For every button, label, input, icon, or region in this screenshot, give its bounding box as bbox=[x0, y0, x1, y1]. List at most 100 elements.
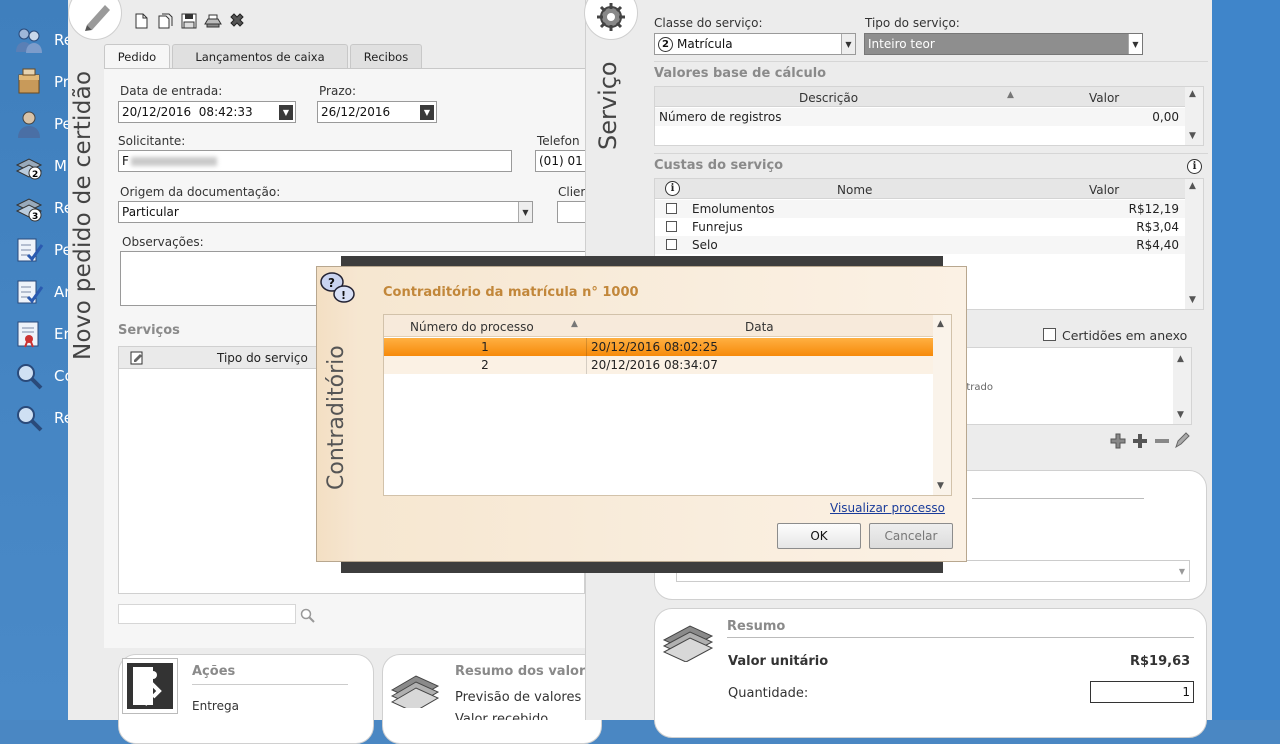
nome-column[interactable]: Nome bbox=[837, 183, 872, 197]
row-checkbox[interactable] bbox=[666, 203, 677, 214]
print-icon[interactable] bbox=[204, 12, 222, 30]
desktop-item[interactable]: Er bbox=[14, 318, 68, 350]
search-icon[interactable] bbox=[300, 608, 316, 624]
save-icon[interactable] bbox=[180, 12, 198, 30]
desktop-item[interactable]: Pr bbox=[14, 66, 68, 98]
processos-grid[interactable]: Número do processo ▲ Data 1 20/12/2016 08… bbox=[383, 314, 952, 496]
classe-select[interactable]: 2 Matrícula ▼ bbox=[654, 33, 856, 55]
ok-button[interactable]: OK bbox=[777, 523, 861, 549]
descricao-cell: Número de registros bbox=[659, 110, 782, 124]
data-column[interactable]: Data bbox=[745, 320, 774, 334]
scroll-up-icon[interactable]: ▲ bbox=[1189, 181, 1196, 191]
chevron-down-icon[interactable]: ▼ bbox=[518, 202, 532, 222]
cancel-button[interactable]: Cancelar bbox=[869, 523, 953, 549]
scroll-down-icon[interactable]: ▼ bbox=[937, 481, 944, 491]
delete-icon[interactable] bbox=[228, 12, 246, 30]
processos-header: Número do processo ▲ Data bbox=[384, 315, 933, 337]
scroll-down-icon[interactable]: ▼ bbox=[1189, 131, 1196, 141]
desktop-item[interactable]: 2M bbox=[14, 150, 68, 182]
remove-icon[interactable] bbox=[1155, 439, 1169, 443]
anexo-area[interactable]: ntrado ▲ ▼ bbox=[940, 347, 1192, 425]
scrollbar[interactable]: ▲ ▼ bbox=[1185, 87, 1203, 145]
row-checkbox[interactable] bbox=[666, 221, 677, 232]
chevron-down-icon[interactable]: ▼ bbox=[420, 105, 434, 120]
desktop-item[interactable]: Co bbox=[14, 360, 68, 392]
cliente-field[interactable] bbox=[557, 201, 585, 223]
origem-value: Particular bbox=[122, 205, 179, 219]
scroll-down-icon[interactable]: ▼ bbox=[1177, 410, 1184, 420]
edit-icon[interactable] bbox=[1175, 432, 1190, 449]
window-badge bbox=[584, 0, 638, 40]
custas-title: Custas do serviço bbox=[654, 158, 784, 173]
checklist-icon bbox=[17, 280, 44, 304]
quantidade-input[interactable]: 1 bbox=[1090, 681, 1194, 703]
table-row[interactable]: Funrejus R$3,04 bbox=[655, 218, 1185, 236]
info-icon[interactable]: i bbox=[1187, 159, 1202, 174]
prazo-field[interactable]: 26/12/2016 ▼ bbox=[317, 101, 437, 123]
desktop-item[interactable]: 3 Re bbox=[14, 192, 68, 224]
scroll-up-icon[interactable]: ▲ bbox=[937, 319, 944, 329]
valor-column[interactable]: Valor bbox=[1089, 183, 1119, 197]
sort-asc-icon[interactable]: ▲ bbox=[1007, 90, 1014, 100]
info-icon[interactable]: i bbox=[665, 181, 680, 196]
table-row[interactable]: Emolumentos R$12,19 bbox=[655, 200, 1185, 218]
chevron-down-icon[interactable]: ▼ bbox=[841, 34, 855, 54]
prazo-value: 26/12/2016 bbox=[321, 105, 391, 119]
scrollbar[interactable]: ▲ ▼ bbox=[933, 315, 951, 495]
scroll-up-icon[interactable]: ▲ bbox=[1177, 354, 1184, 364]
column-separator bbox=[586, 356, 587, 374]
data-entrada-field[interactable]: 20/12/2016 08:42:33 ▼ bbox=[118, 101, 296, 123]
chevron-down-icon[interactable]: ▼ bbox=[1175, 561, 1189, 581]
desktop-item-label: M bbox=[54, 157, 67, 175]
solicitante-field[interactable]: F bbox=[118, 150, 512, 172]
processo-row[interactable]: 1 20/12/2016 08:02:25 bbox=[384, 338, 933, 356]
tab-pedido[interactable]: Pedido bbox=[104, 44, 170, 68]
add-icon[interactable] bbox=[1133, 434, 1147, 448]
chevron-down-icon[interactable]: ▼ bbox=[1128, 34, 1142, 54]
tipo-select[interactable]: Inteiro teor ▼ bbox=[864, 33, 1143, 55]
tipo-label: Tipo do serviço: bbox=[865, 16, 960, 30]
desktop-item[interactable]: Pe bbox=[14, 234, 68, 266]
desktop-item[interactable]: Re bbox=[14, 402, 68, 434]
valor-unitario-label: Valor unitário bbox=[728, 654, 829, 669]
solicitante-label: Solicitante: bbox=[118, 134, 186, 148]
edit-document-icon[interactable] bbox=[130, 351, 144, 365]
origem-select[interactable]: Particular ▼ bbox=[118, 201, 533, 223]
scroll-down-icon[interactable]: ▼ bbox=[1189, 295, 1196, 305]
scrollbar[interactable]: ▲ ▼ bbox=[1185, 179, 1203, 309]
resumo-valores-title: Resumo dos valor bbox=[455, 664, 586, 679]
acoes-entrega[interactable]: Entrega bbox=[192, 699, 239, 713]
prazo-label: Prazo: bbox=[319, 84, 356, 98]
tab-lancamentos[interactable]: Lançamentos de caixa bbox=[172, 44, 348, 68]
valor-column[interactable]: Valor bbox=[1089, 91, 1119, 105]
row-checkbox[interactable] bbox=[666, 239, 677, 250]
new-document-icon[interactable] bbox=[132, 12, 150, 30]
telefone-field[interactable]: (01) 01 bbox=[535, 150, 585, 172]
nome-cell: Emolumentos bbox=[692, 202, 775, 216]
certidoes-label: Certidões em anexo bbox=[1062, 328, 1188, 343]
custas-header: i Nome Valor bbox=[655, 179, 1185, 199]
checklist-icon bbox=[17, 238, 44, 262]
descricao-column[interactable]: Descrição bbox=[799, 91, 858, 105]
table-row[interactable]: Selo R$4,40 bbox=[655, 236, 1185, 254]
valores-base-grid[interactable]: Descrição ▲ Valor Número de registros 0,… bbox=[654, 86, 1204, 146]
tab-recibos[interactable]: Recibos bbox=[350, 44, 422, 68]
scroll-up-icon[interactable]: ▲ bbox=[1189, 89, 1196, 99]
tipo-servico-column[interactable]: Tipo do serviço bbox=[217, 351, 308, 365]
sort-asc-icon[interactable]: ▲ bbox=[571, 319, 578, 329]
solicitante-value: F bbox=[122, 154, 129, 168]
visualizar-processo-link[interactable]: Visualizar processo bbox=[830, 501, 945, 515]
desktop-item[interactable]: Re bbox=[14, 24, 68, 56]
desktop-item[interactable]: Pe bbox=[14, 108, 68, 140]
scrollbar[interactable]: ▲ ▼ bbox=[1173, 348, 1191, 424]
processo-row[interactable]: 2 20/12/2016 08:34:07 bbox=[384, 356, 933, 374]
desktop-item[interactable]: Ar bbox=[14, 276, 68, 308]
open-documents-icon[interactable] bbox=[156, 12, 174, 30]
chevron-down-icon[interactable]: ▼ bbox=[279, 105, 293, 120]
data-entrada-value: 20/12/2016 08:42:33 bbox=[122, 105, 253, 119]
add-copy-icon[interactable] bbox=[1110, 433, 1126, 449]
table-row[interactable]: Número de registros 0,00 bbox=[655, 108, 1185, 126]
servicos-search-input[interactable] bbox=[118, 604, 296, 624]
numero-processo-column[interactable]: Número do processo bbox=[410, 320, 534, 334]
certidoes-checkbox[interactable] bbox=[1043, 328, 1056, 341]
